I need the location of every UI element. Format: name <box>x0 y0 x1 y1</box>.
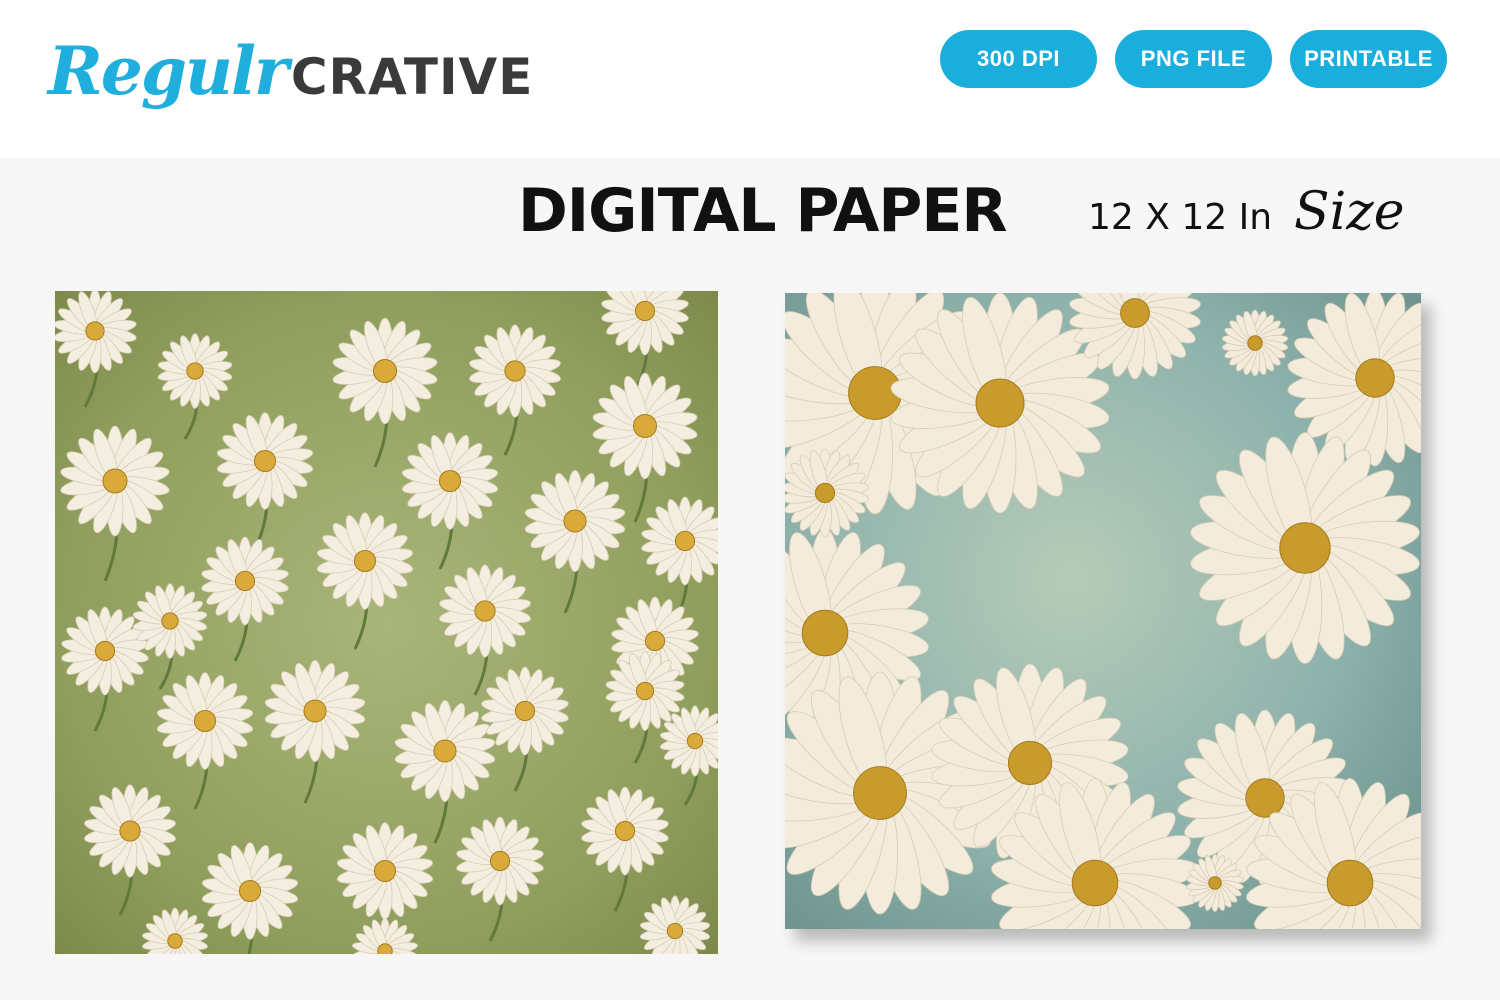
size-script-label: Size <box>1294 182 1405 242</box>
green-daisy-pattern-image <box>55 291 718 954</box>
feature-badges: 300 DPI PNG FILE PRINTABLE <box>940 30 1447 88</box>
blue-daisy-frame-image <box>785 293 1421 929</box>
badge-dpi: 300 DPI <box>940 30 1097 88</box>
brand-script-text: Regulr <box>48 32 289 110</box>
brand-block-text: CRATIVE <box>290 48 534 106</box>
brand-logo: Regulr CRATIVE <box>48 26 533 116</box>
size-dimensions: 12 X 12 In <box>1088 197 1273 238</box>
badge-printable: PRINTABLE <box>1290 30 1447 88</box>
digital-paper-blue-daisy <box>785 293 1421 929</box>
badge-file-type: PNG FILE <box>1115 30 1272 88</box>
digital-paper-green-daisy <box>55 291 718 954</box>
product-headline: DIGITAL PAPER <box>518 176 1008 246</box>
size-info: 12 X 12 In Size <box>1088 182 1404 242</box>
